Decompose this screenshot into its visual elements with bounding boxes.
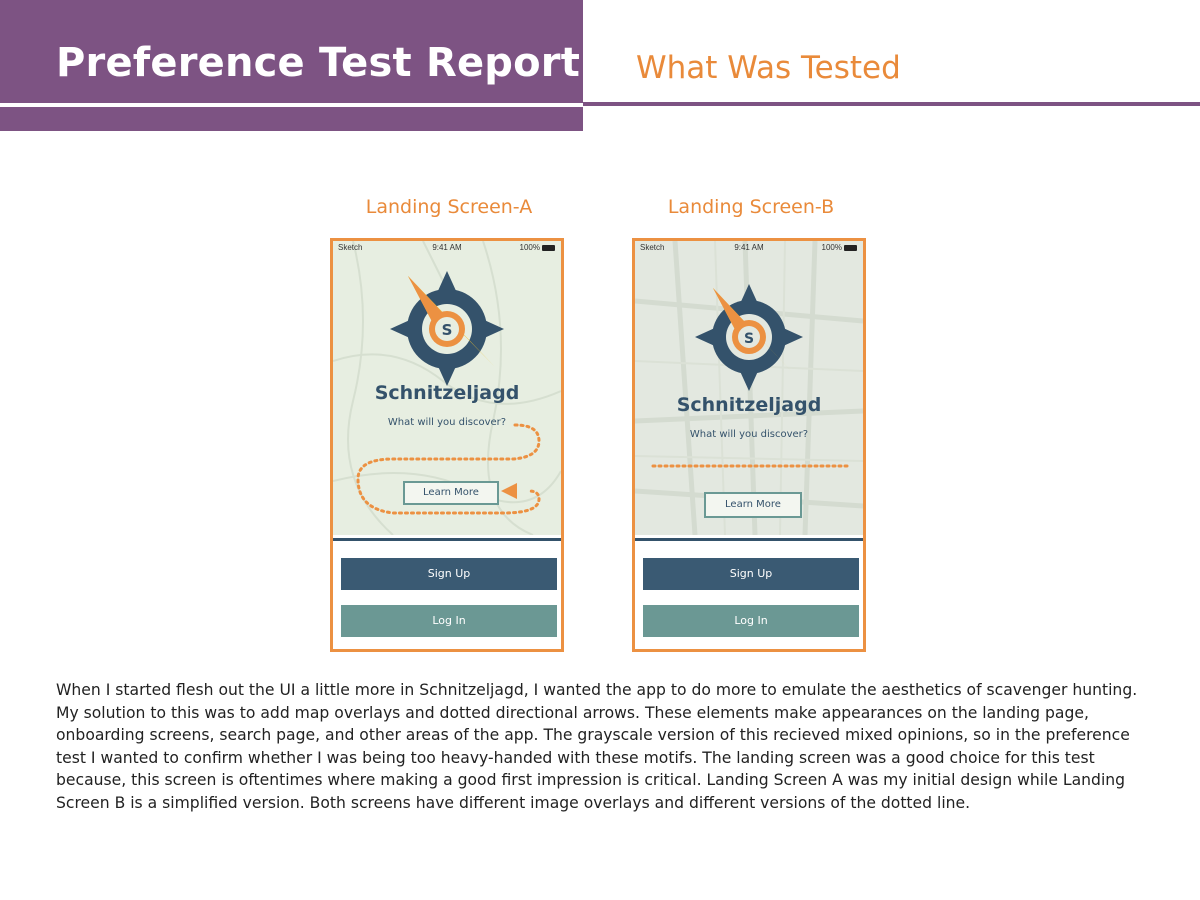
learn-more-button[interactable]: Learn More — [403, 481, 499, 505]
sign-up-button[interactable]: Sign Up — [643, 558, 859, 590]
app-tagline: What will you discover? — [387, 417, 507, 428]
phone-mockup-b: S Sketch 9:41 AM 100% Schnitzeljagd What… — [632, 238, 866, 652]
battery-icon — [542, 244, 555, 251]
battery-status: 100% — [822, 243, 857, 252]
battery-status: 100% — [520, 243, 555, 252]
status-bar: Sketch 9:41 AM 100% — [635, 241, 863, 255]
svg-text:S: S — [442, 321, 453, 339]
log-in-button[interactable]: Log In — [341, 605, 557, 637]
phone-mockup-a: S Sketch 9:41 AM 100% Schnitzeljagd What… — [330, 238, 564, 652]
description-paragraph: When I started flesh out the UI a little… — [56, 681, 1138, 812]
header-rule — [583, 102, 1200, 106]
section-subtitle: What Was Tested — [636, 50, 901, 86]
screen-a-label: Landing Screen-A — [365, 196, 533, 218]
battery-icon — [844, 244, 857, 251]
battery-label: 100% — [821, 243, 842, 252]
status-bar: Sketch 9:41 AM 100% — [333, 241, 561, 255]
log-in-button[interactable]: Log In — [643, 605, 859, 637]
screen-b-background: S — [635, 241, 863, 535]
app-title: Schnitzeljagd — [676, 394, 822, 416]
sign-up-button[interactable]: Sign Up — [341, 558, 557, 590]
svg-text:S: S — [744, 331, 754, 347]
screen-b-label: Landing Screen-B — [667, 196, 835, 218]
app-tagline: What will you discover? — [689, 429, 809, 440]
battery-label: 100% — [519, 243, 540, 252]
page-title: Preference Test Report: — [56, 40, 597, 86]
header-divider — [0, 103, 583, 107]
learn-more-button[interactable]: Learn More — [704, 492, 802, 518]
app-title: Schnitzeljagd — [374, 382, 520, 404]
